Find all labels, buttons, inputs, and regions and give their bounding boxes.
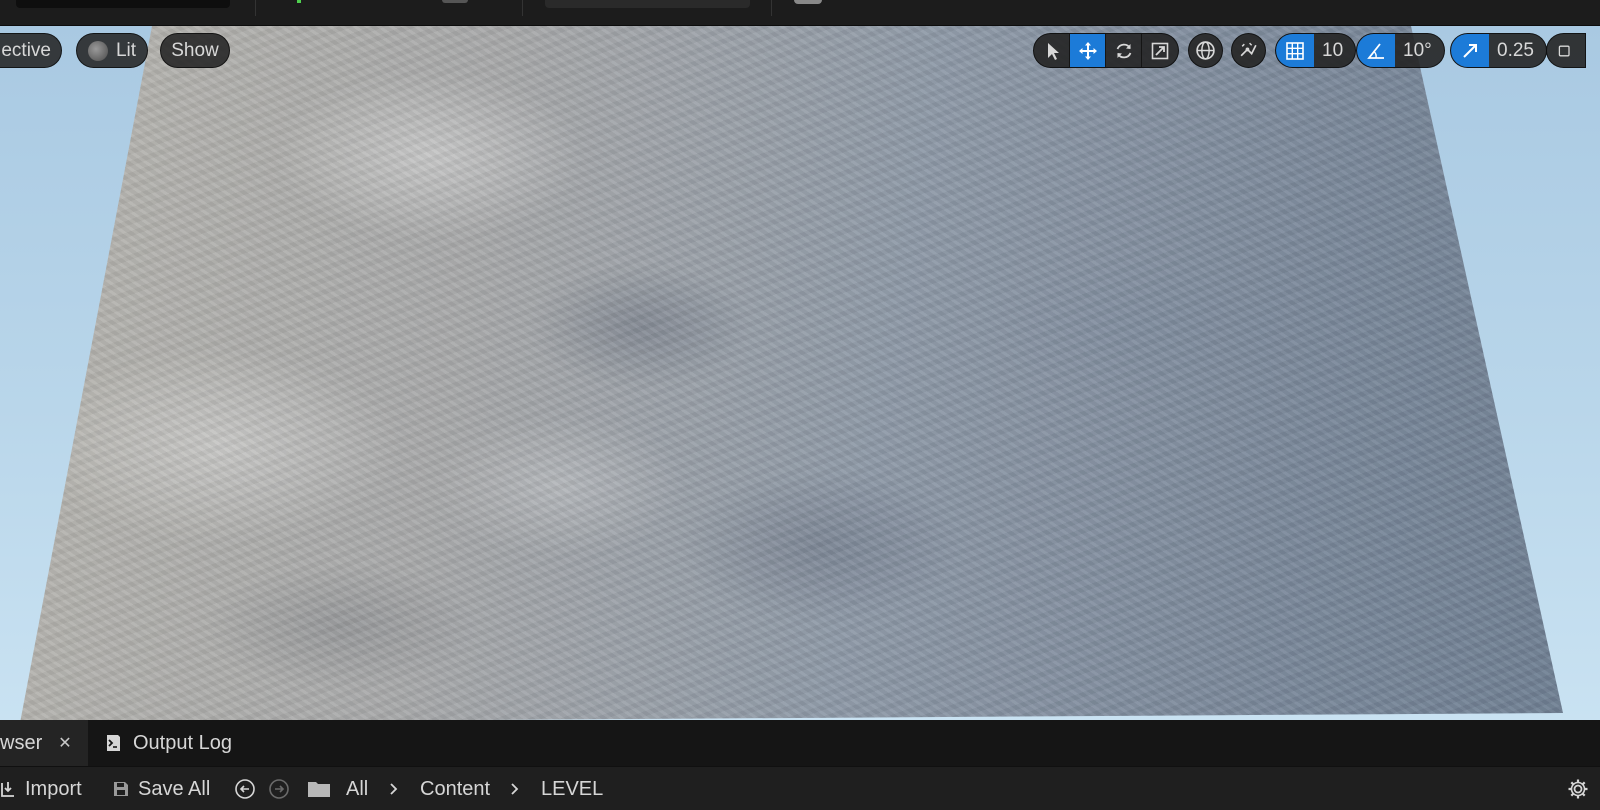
history-forward-button[interactable] xyxy=(268,767,290,810)
settings-button[interactable] xyxy=(1567,767,1589,810)
rotate-tool-button[interactable] xyxy=(1106,34,1142,67)
show-button[interactable]: Show xyxy=(160,33,230,68)
save-icon xyxy=(114,782,128,796)
scale-snap-value[interactable]: 0.25 xyxy=(1489,40,1546,62)
surface-snap-button[interactable] xyxy=(1231,33,1266,68)
folder-picker-button[interactable] xyxy=(307,767,331,810)
breadcrumb-level[interactable]: LEVEL xyxy=(541,767,603,810)
scale-snap-toggle[interactable] xyxy=(1451,34,1489,67)
editor-root: ective Lit Show 10 10° 0.25 wser ✕ Outpu… xyxy=(0,0,1600,810)
lit-label: Lit xyxy=(115,39,137,61)
rotation-snap-value[interactable]: 10° xyxy=(1395,40,1444,62)
import-button[interactable]: Import xyxy=(0,767,82,810)
rotate-icon xyxy=(1116,43,1131,58)
breadcrumb-content[interactable]: Content xyxy=(420,767,490,810)
back-arrow-icon xyxy=(235,779,255,799)
bottom-tab-bar: wser ✕ Output Log xyxy=(0,720,1600,766)
play-indicator xyxy=(297,0,301,3)
angle-icon xyxy=(1367,42,1384,59)
scale-snap-control[interactable]: 0.25 xyxy=(1450,33,1547,68)
folder-icon xyxy=(308,782,330,797)
mode-dropdown[interactable] xyxy=(545,0,750,8)
settings-icon[interactable] xyxy=(794,0,822,4)
grid-snap-value[interactable]: 10 xyxy=(1314,40,1355,62)
camera-speed-button[interactable] xyxy=(1546,33,1586,68)
grid-snap-toggle[interactable] xyxy=(1276,34,1314,67)
breadcrumb-label: Content xyxy=(420,777,491,800)
breadcrumb-label: LEVEL xyxy=(541,777,604,800)
rotation-snap-control[interactable]: 10° xyxy=(1356,33,1445,68)
view-mode-button[interactable]: Lit xyxy=(76,33,148,68)
cursor-icon xyxy=(1047,42,1059,60)
breadcrumb-label: All xyxy=(346,777,369,800)
tab-label: wser xyxy=(0,731,43,754)
grid-icon xyxy=(1286,41,1304,60)
translate-tool-button[interactable] xyxy=(1070,34,1106,67)
tab-content-browser[interactable]: wser ✕ xyxy=(0,720,88,766)
perspective-label: ective xyxy=(1,39,51,61)
tab-output-log[interactable]: Output Log xyxy=(100,720,250,766)
save-all-label: Save All xyxy=(138,777,211,800)
close-icon[interactable]: ✕ xyxy=(58,733,71,753)
forward-arrow-icon xyxy=(269,779,289,799)
chevron-right-icon[interactable] xyxy=(509,767,521,810)
transform-tools xyxy=(1033,33,1179,68)
scale-tool-button[interactable] xyxy=(1142,34,1178,67)
move-arrows-icon xyxy=(1078,41,1097,60)
toolbar-divider xyxy=(255,0,256,16)
world-local-button[interactable] xyxy=(1188,33,1223,68)
toolbar-icon[interactable] xyxy=(442,0,468,3)
surface-snap-icon xyxy=(1240,42,1257,57)
toolbar-divider xyxy=(522,0,523,16)
gear-icon xyxy=(1568,779,1588,799)
grid-snap-control[interactable]: 10 xyxy=(1275,33,1357,68)
tab-label: Output Log xyxy=(133,731,232,754)
level-field[interactable] xyxy=(16,0,230,8)
lit-sphere-icon xyxy=(87,40,108,61)
rotation-snap-toggle[interactable] xyxy=(1357,34,1395,67)
scale-arrow-icon xyxy=(1463,43,1477,58)
chevron-right-icon[interactable] xyxy=(388,767,400,810)
floor-texture xyxy=(20,26,1563,720)
save-all-button[interactable]: Save All xyxy=(111,767,210,810)
import-label: Import xyxy=(25,777,82,800)
output-log-icon xyxy=(107,735,120,751)
scale-icon xyxy=(1151,42,1169,59)
show-label: Show xyxy=(171,39,219,61)
select-tool-button[interactable] xyxy=(1034,34,1070,67)
level-viewport[interactable]: ective Lit Show 10 10° 0.25 xyxy=(0,26,1600,720)
history-back-button[interactable] xyxy=(234,767,256,810)
breadcrumb-all[interactable]: All xyxy=(346,767,368,810)
content-browser-toolbar: Import Save All All Content LEVEL xyxy=(0,766,1600,810)
perspective-button[interactable]: ective xyxy=(0,33,62,68)
import-icon xyxy=(1,782,14,797)
main-toolbar xyxy=(0,0,1600,26)
globe-icon xyxy=(1196,41,1215,60)
toolbar-divider xyxy=(771,0,772,16)
camera-icon xyxy=(1558,45,1570,56)
